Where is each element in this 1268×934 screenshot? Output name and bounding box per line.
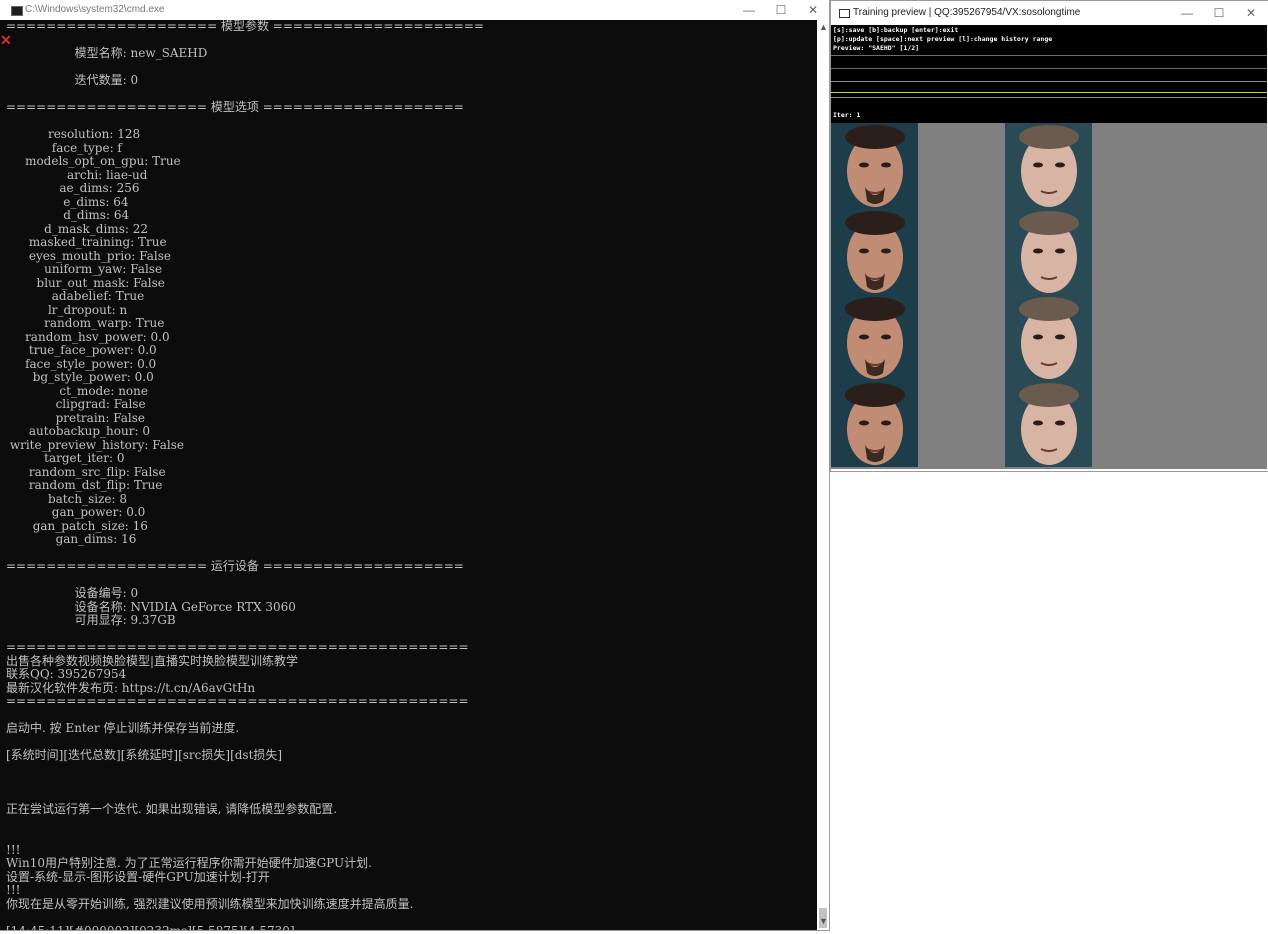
preview-close-button[interactable]: ✕ — [1235, 3, 1267, 23]
src-face-image — [831, 381, 918, 467]
console-output[interactable]: ===================== 模型参数 =============… — [0, 20, 817, 930]
dst-face-image — [1005, 123, 1092, 209]
loss-graph-line — [831, 81, 1267, 82]
loss-graph-line — [831, 97, 1267, 98]
preview-image-grid — [831, 123, 1267, 469]
terminal-icon — [11, 6, 23, 16]
cmd-title: C:\Windows\system32\cmd.exe — [25, 4, 165, 15]
close-button[interactable]: ✕ — [797, 0, 829, 20]
window-icon — [839, 9, 850, 18]
preview-titlebar[interactable]: Training preview | QQ:395267954/VX:sosol… — [831, 1, 1268, 25]
src-face-image — [831, 295, 918, 381]
loss-graph-line — [831, 68, 1267, 69]
cmd-titlebar[interactable]: C:\Windows\system32\cmd.exe — ☐ ✕ — [0, 0, 829, 20]
maximize-button[interactable]: ☐ — [765, 0, 797, 20]
console-text: ===================== 模型参数 =============… — [6, 20, 484, 930]
preview-help-panel: [s]:save [b]:backup [enter]:exit [p]:upd… — [831, 25, 1267, 123]
preview-maximize-button[interactable]: ☐ — [1203, 3, 1235, 23]
dst-face-image — [1005, 295, 1092, 381]
src-face-image — [831, 123, 918, 209]
help-line-update: [p]:update [space]:next preview [l]:chan… — [833, 35, 1053, 43]
iter-label: Iter: 1 — [833, 111, 861, 119]
help-line-preview: Preview: "SAEHD" [1/2] — [833, 44, 920, 52]
preview-title: Training preview | QQ:395267954/VX:sosol… — [853, 7, 1081, 18]
close-mark-icon: ✕ — [0, 32, 12, 48]
cmd-window: C:\Windows\system32\cmd.exe — ☐ ✕ ======… — [0, 0, 830, 931]
left-gutter: ✕ — [0, 20, 12, 930]
loss-graph-line — [831, 92, 1267, 93]
minimize-button[interactable]: — — [733, 0, 765, 20]
src-face-image — [831, 209, 918, 295]
preview-minimize-button[interactable]: — — [1171, 3, 1203, 23]
scroll-up-arrow-icon[interactable]: ▲ — [819, 22, 828, 32]
help-line-save: [s]:save [b]:backup [enter]:exit — [833, 26, 959, 34]
dst-face-image — [1005, 209, 1092, 295]
training-preview-window: Training preview | QQ:395267954/VX:sosol… — [830, 0, 1268, 472]
dst-face-image — [1005, 381, 1092, 467]
console-scrollbar[interactable]: ▲ ▼ — [817, 20, 829, 930]
loss-graph-line — [831, 55, 1267, 56]
scroll-down-arrow-icon[interactable]: ▼ — [819, 916, 828, 926]
